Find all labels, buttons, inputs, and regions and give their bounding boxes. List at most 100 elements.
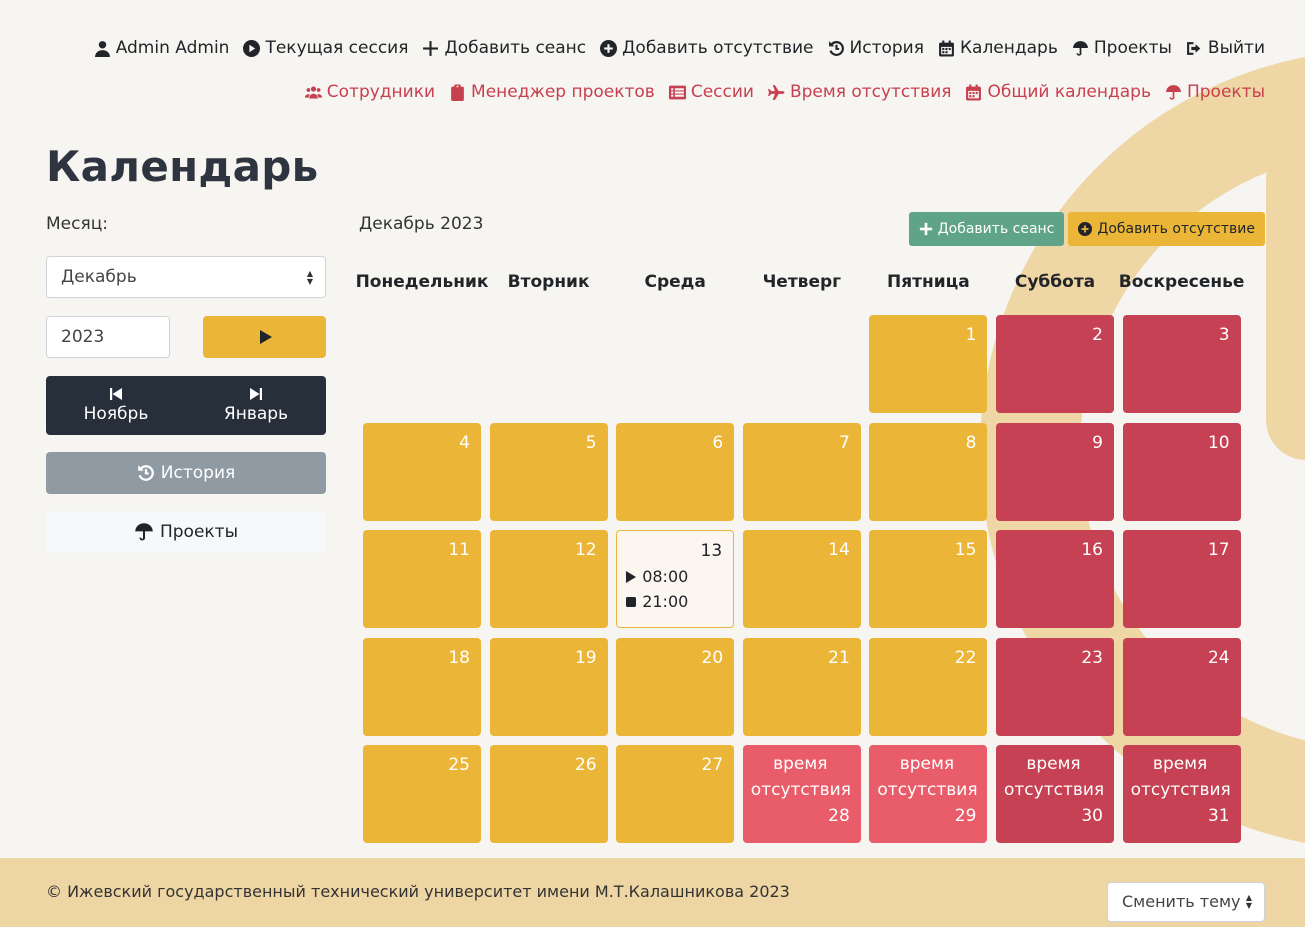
- nav-logout-label: Выйти: [1207, 38, 1265, 58]
- nav-logout[interactable]: Выйти: [1186, 38, 1265, 58]
- nav-history-label: История: [849, 38, 924, 58]
- calendar-day[interactable]: 4: [363, 422, 481, 521]
- admin-nav-projects[interactable]: Проекты: [1165, 82, 1265, 102]
- skip-forward-icon: [250, 388, 262, 400]
- calendar-day[interactable]: 24: [1122, 637, 1241, 736]
- calendar-day[interactable]: 14: [742, 530, 861, 628]
- skip-back-icon: [110, 388, 122, 400]
- absence-label: время отсутствия: [750, 754, 851, 800]
- calendar-day[interactable]: 25: [363, 745, 481, 843]
- calendar-day[interactable]: 6: [616, 422, 735, 521]
- absence-label: время отсутствия: [877, 754, 978, 800]
- calendar-day[interactable]: 26: [489, 745, 608, 843]
- calendar-day[interactable]: 11: [363, 530, 481, 628]
- user-icon: [94, 40, 110, 57]
- nav-user[interactable]: Admin Admin: [94, 38, 229, 58]
- calendar-day[interactable]: 27: [616, 745, 735, 843]
- day-number: 12: [574, 540, 597, 560]
- session-end-time: 21:00: [642, 592, 689, 611]
- session-end: 21:00: [625, 592, 722, 611]
- admin-nav-employees[interactable]: Сотрудники: [304, 82, 435, 102]
- add-session-button-label: Добавить сеанс: [937, 221, 1055, 237]
- day-number: 31: [1207, 806, 1230, 826]
- calendar-day[interactable]: 8: [869, 422, 988, 521]
- calendar-day[interactable]: время отсутствия 31: [1122, 745, 1241, 843]
- add-absence-button[interactable]: Добавить отсутствие: [1068, 212, 1265, 246]
- calendar-day[interactable]: 18: [363, 637, 481, 736]
- calendar-day[interactable]: 5: [489, 422, 608, 521]
- day-number: 10: [1207, 432, 1230, 453]
- umbrella-icon: [135, 523, 153, 541]
- absence-label: время отсутствия: [1130, 754, 1231, 800]
- page-title: Календарь: [46, 142, 319, 191]
- sidebar: Месяц: Декабрь ▲ ▼ 2023 Ноябрь Январь Ист…: [46, 214, 326, 553]
- prev-month-button[interactable]: Ноябрь: [46, 376, 186, 435]
- calendar-icon: [966, 84, 982, 100]
- history-icon: [137, 465, 154, 481]
- admin-nav-sessions[interactable]: Сессии: [668, 82, 754, 102]
- calendar-day[interactable]: 23: [996, 637, 1114, 736]
- projects-button[interactable]: Проекты: [46, 511, 326, 553]
- history-button[interactable]: История: [46, 452, 326, 494]
- add-session-button[interactable]: Добавить сеанс: [908, 212, 1065, 246]
- calendar-day[interactable]: 2: [996, 315, 1114, 413]
- nav-history[interactable]: История: [828, 38, 924, 58]
- next-month-button[interactable]: Январь: [186, 376, 326, 435]
- calendar-day[interactable]: 7: [742, 422, 861, 521]
- nav-calendar-label: Календарь: [959, 38, 1058, 58]
- add-absence-button-label: Добавить отсутствие: [1097, 221, 1255, 237]
- calendar-day[interactable]: 21: [742, 637, 861, 736]
- nav-add-session[interactable]: Добавить сеанс: [422, 38, 586, 58]
- admin-nav-project-manager[interactable]: Менеджер проектов: [449, 82, 655, 102]
- day-number: 26: [574, 755, 597, 775]
- calendar-day[interactable]: время отсутствия 28: [742, 745, 861, 843]
- nav-projects[interactable]: Проекты: [1072, 38, 1172, 58]
- calendar-day[interactable]: 16: [996, 530, 1114, 628]
- calendar-day[interactable]: 22: [869, 637, 988, 736]
- nav-current-session[interactable]: Текущая сессия: [243, 38, 408, 58]
- main-nav: Admin Admin Текущая сессия Добавить сеан…: [94, 38, 1265, 58]
- calendar-day[interactable]: 20: [616, 637, 735, 736]
- list-icon: [668, 85, 686, 99]
- theme-select[interactable]: Сменить тему ▲ ▼: [1107, 881, 1265, 922]
- month-select[interactable]: Декабрь ▲ ▼: [46, 256, 326, 298]
- show-month-button[interactable]: [203, 316, 326, 358]
- calendar-day[interactable]: 17: [1122, 530, 1241, 628]
- year-input[interactable]: 2023: [46, 316, 170, 358]
- plus-icon: [423, 40, 439, 56]
- day-number: 28: [828, 806, 850, 826]
- day-number: 2: [1092, 325, 1103, 345]
- history-button-label: История: [160, 463, 236, 483]
- umbrella-icon: [1166, 84, 1181, 100]
- admin-nav-general-calendar[interactable]: Общий календарь: [965, 82, 1151, 102]
- calendar-day[interactable]: 15: [869, 530, 988, 628]
- year-row: 2023: [46, 316, 326, 358]
- calendar-day[interactable]: время отсутствия 29: [869, 745, 988, 843]
- clipboard-icon: [451, 84, 464, 101]
- calendar-day[interactable]: 10: [1122, 422, 1241, 521]
- month-label: Месяц:: [46, 214, 108, 234]
- next-month-label: Январь: [223, 404, 289, 424]
- calendar-day[interactable]: 9: [996, 422, 1114, 521]
- calendar-day[interactable]: 1: [869, 315, 988, 413]
- day-number: 17: [1207, 540, 1230, 560]
- day-number: 20: [701, 647, 724, 668]
- calendar-day[interactable]: 19: [489, 637, 608, 736]
- weekday-header-cell: Воскресенье: [1118, 272, 1245, 292]
- calendar-day[interactable]: время отсутствия 30: [996, 745, 1114, 843]
- day-number: 11: [448, 540, 470, 560]
- nav-projects-label: Проекты: [1093, 38, 1172, 58]
- day-number: 3: [1218, 325, 1230, 345]
- calendar-icon: [939, 40, 954, 56]
- admin-nav-absence-time[interactable]: Время отсутствия: [767, 82, 951, 102]
- calendar-day[interactable]: 13 08:00 21:00: [616, 530, 735, 628]
- day-number: 5: [585, 432, 597, 453]
- calendar-day[interactable]: 3: [1122, 315, 1241, 413]
- day-number: 7: [838, 432, 850, 453]
- day-number: 30: [1081, 806, 1103, 826]
- calendar-day[interactable]: 12: [489, 530, 608, 628]
- nav-calendar[interactable]: Календарь: [938, 38, 1058, 58]
- weekday-header-cell: Суббота: [1014, 272, 1096, 292]
- stop-icon: [626, 596, 637, 607]
- nav-add-absence[interactable]: Добавить отсутствие: [600, 38, 814, 58]
